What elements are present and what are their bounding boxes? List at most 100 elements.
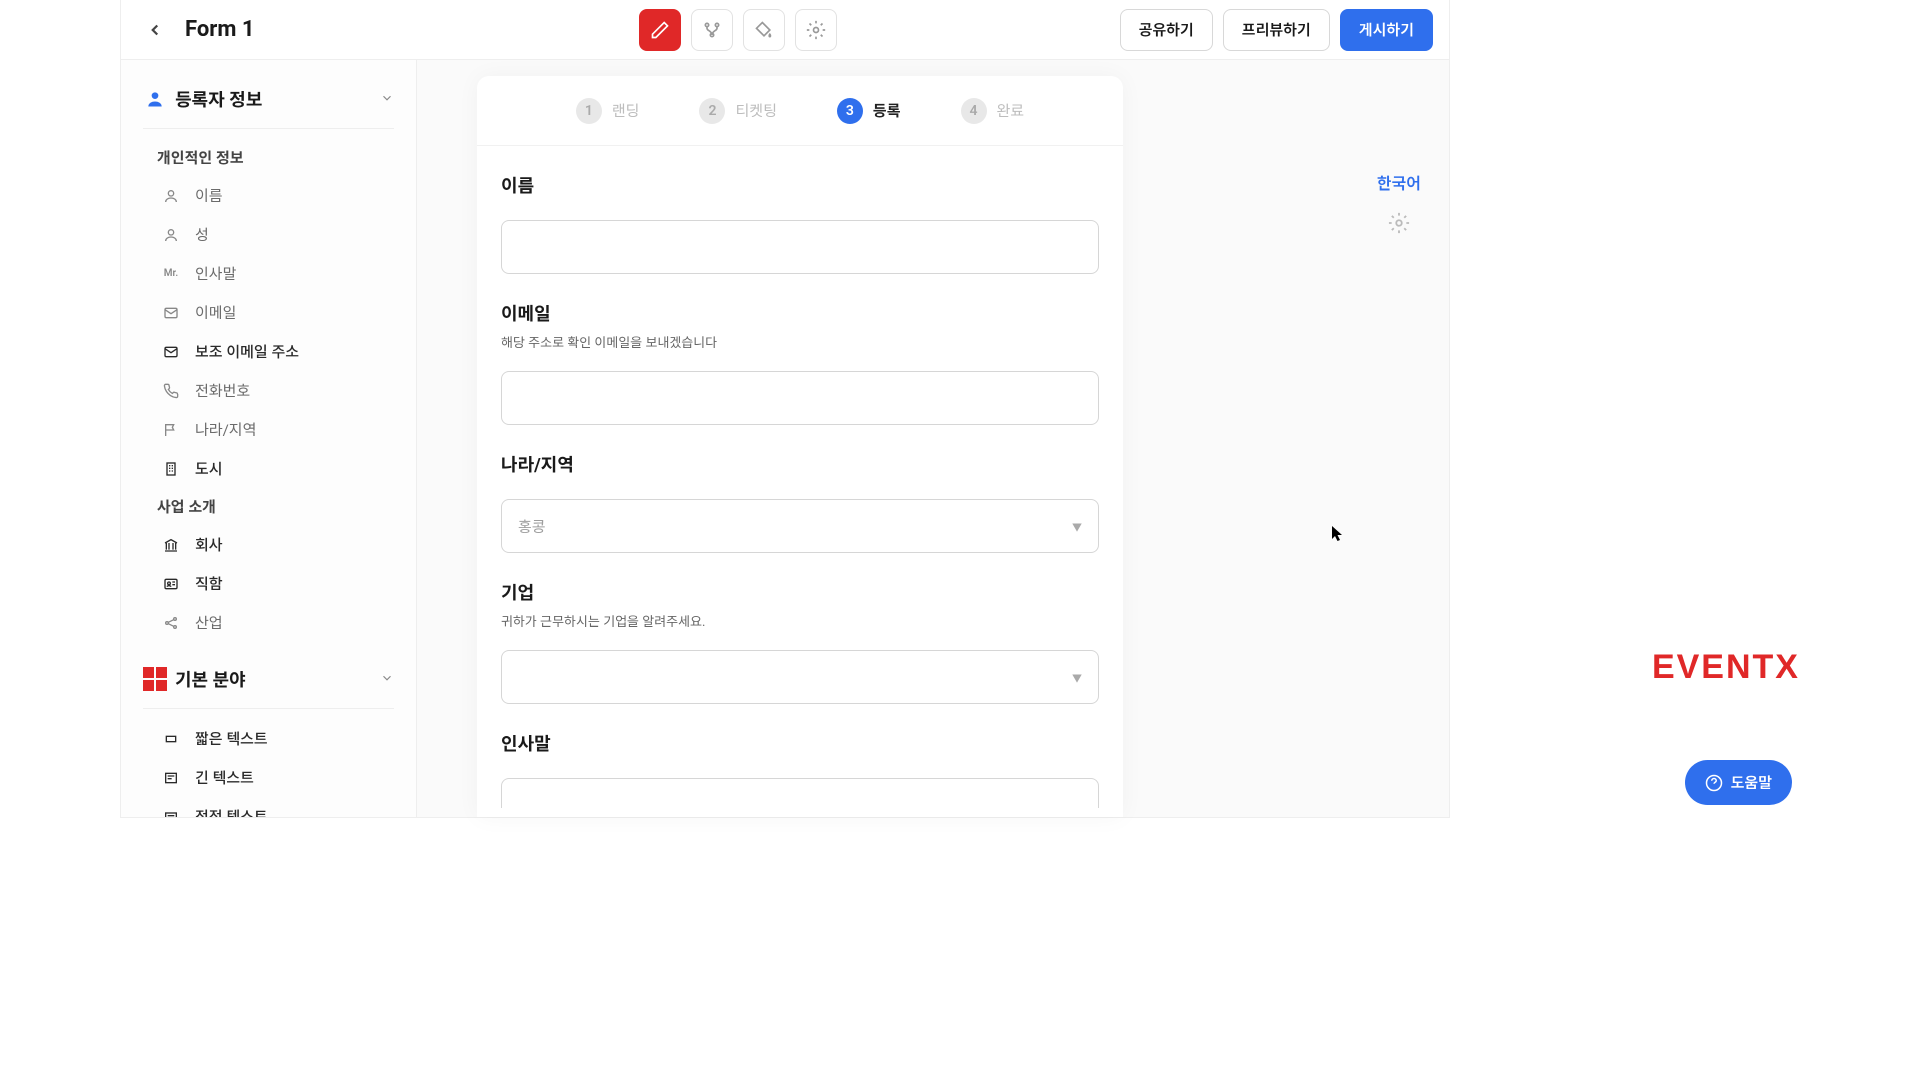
company-select[interactable]: ▼ [501,650,1099,704]
form-canvas: 1랜딩 2티켓팅 3등록 4완료 이름 이메일 해당 주소로 확인 이메일을 보… [477,76,1123,817]
name-input[interactable] [501,220,1099,274]
sidebar-item-label: 이름 [195,185,223,206]
brand-logo: EVENTX [1652,648,1800,687]
gear-icon [806,20,826,40]
sidebar-item[interactable]: 긴 텍스트 [121,758,416,797]
field-label: 이메일 [501,300,1099,326]
share-button[interactable]: 공유하기 [1120,9,1213,51]
language-settings-button[interactable] [1388,212,1410,238]
right-column: 한국어 [1377,170,1421,238]
sidebar-item[interactable]: 회사 [121,525,416,564]
textarea-icon [161,770,181,786]
branch-icon [702,20,722,40]
sidebar-item-label: 회사 [195,534,223,555]
sidebar-item[interactable]: 보조 이메일 주소 [121,332,416,371]
caret-down-icon: ▼ [1072,519,1082,534]
sidebar-item-label: 전화번호 [195,380,250,401]
sidebar-item-label: 정적 텍스트 [195,806,268,817]
sidebar-item[interactable]: 짧은 텍스트 [121,719,416,758]
field-salutation[interactable]: 인사말 [501,730,1099,808]
chevron-left-icon [146,21,164,39]
sidebar-item-label: 보조 이메일 주소 [195,341,299,362]
sidebar-item-label: 직함 [195,573,223,594]
caret-down-icon: ▼ [1072,670,1082,685]
header-actions: 공유하기 프리뷰하기 게시하기 [1120,9,1433,51]
field-help: 귀하가 근무하시는 기업을 알려주세요. [501,611,1099,630]
sidebar-item[interactable]: 전화번호 [121,371,416,410]
publish-button[interactable]: 게시하기 [1340,9,1433,51]
select-value: 홍콩 [518,516,546,537]
sidebar-section-basic[interactable]: 기본 분야 [121,656,416,702]
sidebar-item[interactable]: 정적 텍스트 [121,797,416,817]
settings-tool-button[interactable] [795,9,837,51]
field-label: 인사말 [501,730,1099,756]
field-name[interactable]: 이름 [501,172,1099,274]
grid-icon [143,667,167,691]
sidebar-section-title: 기본 분야 [175,666,380,692]
sidebar-item[interactable]: 도시 [121,449,416,488]
building-icon [161,461,181,477]
person-icon [161,227,181,243]
sidebar-item[interactable]: 이름 [121,176,416,215]
field-company[interactable]: 기업 귀하가 근무하시는 기업을 알려주세요. ▼ [501,579,1099,704]
language-link[interactable]: 한국어 [1377,170,1421,194]
sidebar-subhead-personal: 개인적인 정보 [121,139,416,176]
person-icon [143,87,167,111]
sidebar-item-label: 성 [195,224,209,245]
salutation-input[interactable] [501,778,1099,808]
toolbar [639,9,837,51]
step-landing[interactable]: 1랜딩 [576,98,640,124]
sidebar-item[interactable]: 산업 [121,603,416,642]
divider [143,708,394,709]
chevron-down-icon [380,90,394,109]
mouse-cursor-icon [1332,526,1346,546]
canvas-area: 1랜딩 2티켓팅 3등록 4완료 이름 이메일 해당 주소로 확인 이메일을 보… [417,60,1449,817]
edit-tool-button[interactable] [639,9,681,51]
help-button[interactable]: 도움말 [1685,760,1792,805]
back-button[interactable] [137,12,173,48]
mail-icon [161,305,181,321]
field-label: 나라/지역 [501,451,1099,477]
paint-bucket-icon [754,20,774,40]
sidebar-section-title: 등록자 정보 [175,86,380,112]
field-help: 해당 주소로 확인 이메일을 보내겠습니다 [501,332,1099,351]
sidebar-item-label: 긴 텍스트 [195,767,254,788]
sidebar-item[interactable]: 나라/지역 [121,410,416,449]
chevron-down-icon [380,670,394,689]
sidebar-item-label: 나라/지역 [195,419,256,440]
field-label: 이름 [501,172,1099,198]
step-complete[interactable]: 4완료 [961,98,1025,124]
email-input[interactable] [501,371,1099,425]
sidebar-section-registrant[interactable]: 등록자 정보 [121,76,416,122]
sidebar-item[interactable]: 성 [121,215,416,254]
sidebar-item-label: 이메일 [195,302,236,323]
pencil-icon [650,20,670,40]
gear-icon [1388,212,1410,234]
phone-icon [161,383,181,399]
mr-icon: Mr. [161,268,181,279]
flag-icon [161,422,181,438]
sidebar-item-label: 짧은 텍스트 [195,728,268,749]
field-country[interactable]: 나라/지역 홍콩 ▼ [501,451,1099,553]
label-icon [161,809,181,818]
sidebar-item-label: 산업 [195,612,223,633]
preview-button[interactable]: 프리뷰하기 [1223,9,1330,51]
sidebar-item[interactable]: 이메일 [121,293,416,332]
country-select[interactable]: 홍콩 ▼ [501,499,1099,553]
form-title: Form 1 [185,17,254,42]
help-icon [1705,774,1723,792]
rect-icon [161,731,181,747]
sidebar-item[interactable]: Mr.인사말 [121,254,416,293]
form-scroll[interactable]: 이름 이메일 해당 주소로 확인 이메일을 보내겠습니다 나라/지역 [477,146,1123,817]
mail-icon [161,344,181,360]
step-ticketing[interactable]: 2티켓팅 [699,98,776,124]
share-icon [161,615,181,631]
step-registration[interactable]: 3등록 [837,98,901,124]
divider [143,128,394,129]
style-tool-button[interactable] [743,9,785,51]
field-email[interactable]: 이메일 해당 주소로 확인 이메일을 보내겠습니다 [501,300,1099,425]
sidebar-item[interactable]: 직함 [121,564,416,603]
form-stepper: 1랜딩 2티켓팅 3등록 4완료 [477,76,1123,146]
flow-tool-button[interactable] [691,9,733,51]
person-icon [161,188,181,204]
